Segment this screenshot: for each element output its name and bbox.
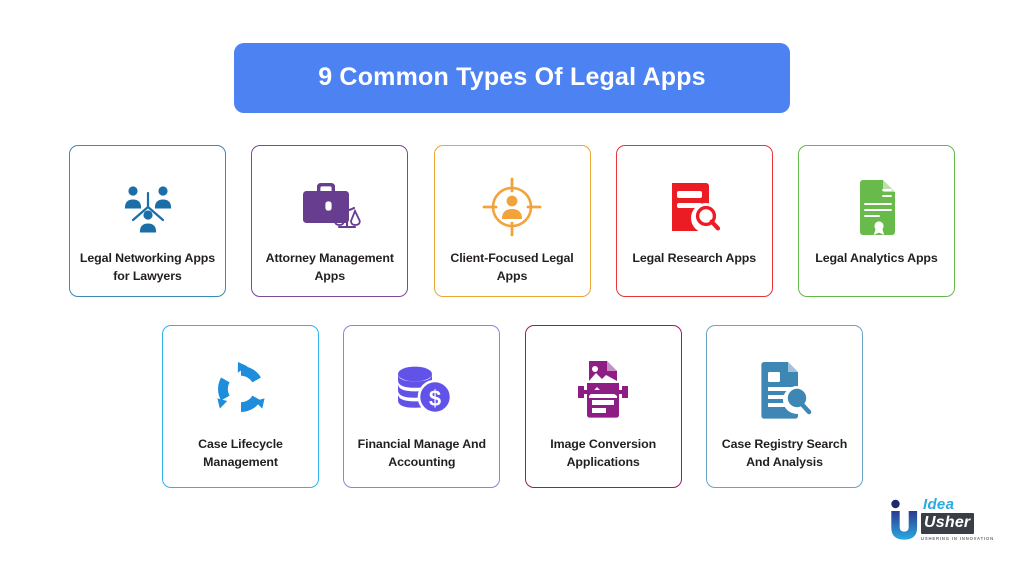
brand-wordmark: Idea Usher USHERING IN INNOVATION (921, 497, 1007, 542)
image-document-convert-icon (574, 356, 632, 422)
card-legal-research[interactable]: Legal Research Apps (615, 145, 773, 297)
logo-usher-box: Usher (921, 513, 975, 534)
card-case-registry[interactable]: Case Registry Search And Analysis (705, 325, 863, 488)
card-row-2: Case Lifecycle Management $ Financial Ma… (162, 325, 863, 488)
card-label: Case Lifecycle Management (198, 437, 283, 469)
card-label: Legal Analytics Apps (815, 251, 938, 265)
coins-dollar-icon: $ (391, 356, 453, 422)
briefcase-scales-icon (295, 174, 365, 240)
card-label: Legal Research Apps (632, 251, 757, 265)
card-case-lifecycle[interactable]: Case Lifecycle Management (162, 325, 319, 488)
page-title: 9 Common Types Of Legal Apps (318, 63, 706, 92)
card-label: Image Conversion Applications (550, 437, 657, 469)
brand-logo: Idea Usher USHERING IN INNOVATION (888, 497, 1006, 545)
page-title-banner: 9 Common Types Of Legal Apps (234, 43, 790, 113)
logo-tagline: USHERING IN INNOVATION (921, 536, 994, 541)
card-financial-management[interactable]: $ Financial Manage And Accounting (343, 325, 501, 488)
logo-idea-text: Idea (923, 496, 955, 513)
card-label: Attorney Management Apps (265, 251, 394, 283)
certificate-document-icon (851, 174, 903, 240)
idea-usher-mark-icon (888, 499, 918, 546)
card-attorney-management[interactable]: Attorney Management Apps (251, 145, 409, 297)
card-label: Client-Focused Legal Apps (450, 251, 574, 283)
card-row-1: Legal Networking Apps for Lawyers Attorn… (69, 145, 955, 297)
logo-usher-text: Usher (924, 514, 971, 531)
card-label: Case Registry Search And Analysis (721, 437, 848, 469)
card-legal-analytics[interactable]: Legal Analytics Apps (798, 145, 955, 297)
people-network-icon (117, 174, 179, 240)
card-label: Financial Manage And Accounting (357, 437, 486, 469)
document-magnifier-icon (756, 356, 812, 422)
card-legal-networking[interactable]: Legal Networking Apps for Lawyers (69, 145, 226, 297)
target-person-icon (481, 174, 543, 240)
card-image-conversion[interactable]: Image Conversion Applications (524, 325, 682, 488)
book-search-icon (664, 174, 724, 240)
svg-text:$: $ (429, 386, 441, 411)
circular-arrows-icon (212, 356, 270, 422)
card-client-focused[interactable]: Client-Focused Legal Apps (433, 145, 591, 297)
card-label: Legal Networking Apps for Lawyers (79, 251, 216, 283)
